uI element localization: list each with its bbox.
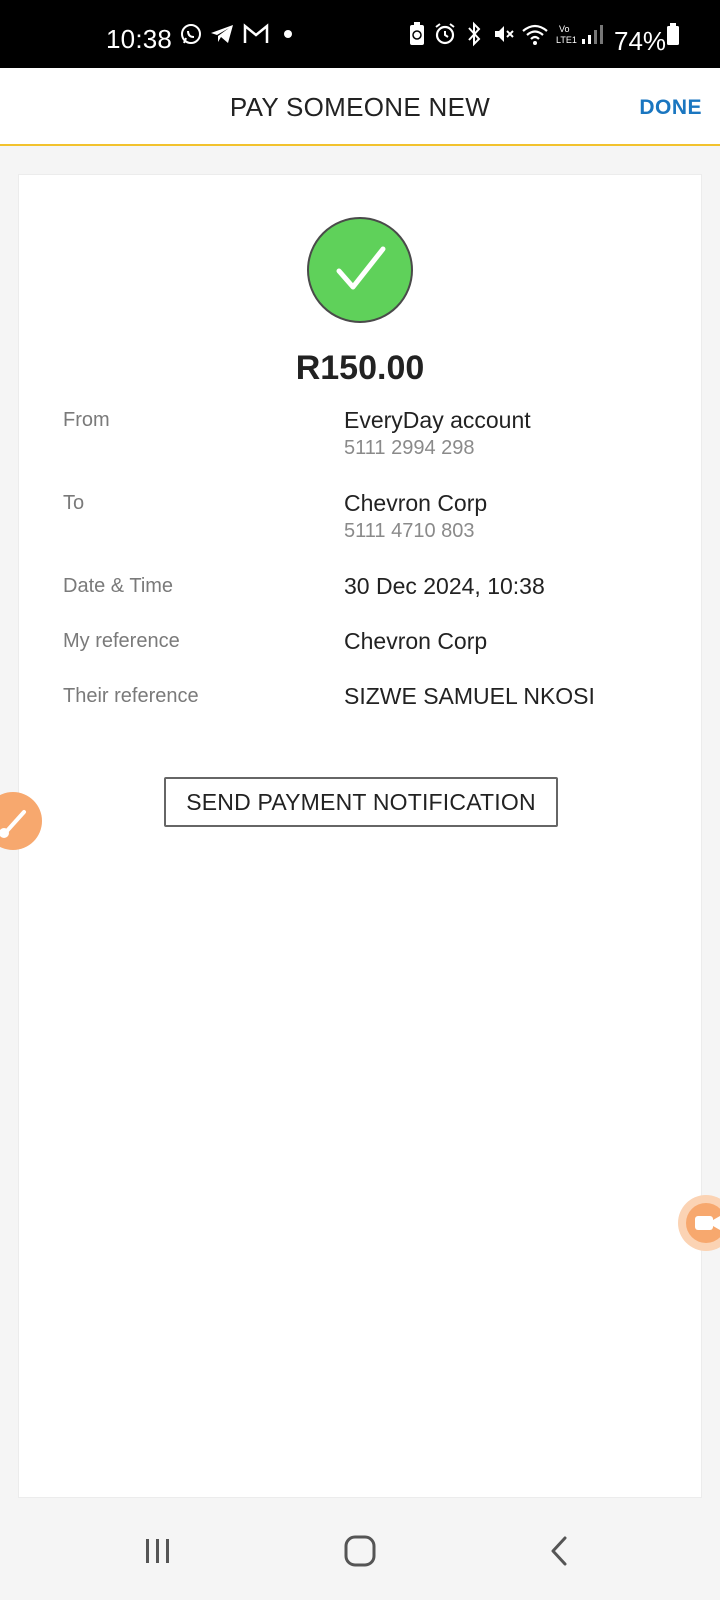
back-button[interactable] [530, 1528, 590, 1574]
from-account-name: EveryDay account [344, 407, 531, 433]
svg-text:LTE1: LTE1 [556, 35, 577, 45]
from-account-number: 5111 2994 298 [344, 437, 475, 459]
app-header: PAY SOMEONE NEW DONE [0, 68, 720, 146]
page-title: PAY SOMEONE NEW [229, 92, 491, 122]
bluetooth-icon [463, 0, 485, 68]
alarm-icon [432, 0, 458, 68]
success-check-icon [307, 217, 413, 323]
mute-icon [491, 0, 517, 68]
to-label: To [63, 492, 85, 514]
system-nav-bar [0, 1500, 720, 1600]
status-time: 10:38 [106, 24, 173, 54]
payment-amount: R150.00 [295, 349, 425, 387]
recent-apps-button[interactable] [128, 1528, 188, 1574]
payment-receipt-card: R150.00 From EveryDay account 5111 2994 … [18, 174, 702, 1498]
send-payment-notification-button[interactable]: SEND PAYMENT NOTIFICATION [164, 777, 558, 827]
brush-icon [0, 810, 26, 838]
my-reference-value: Chevron Corp [344, 628, 488, 654]
their-reference-label: Their reference [63, 685, 199, 707]
volte-icon: Vo LTE1 [556, 0, 578, 68]
floating-brush-button[interactable] [0, 792, 42, 850]
recent-apps-icon [146, 1539, 169, 1563]
telegram-icon [208, 0, 236, 68]
my-reference-label: My reference [63, 630, 180, 652]
video-icon [686, 1203, 720, 1243]
home-icon [344, 1535, 376, 1567]
wifi-icon [520, 0, 550, 68]
back-icon [551, 1536, 567, 1566]
svg-text:Vo: Vo [559, 24, 570, 34]
home-button[interactable] [330, 1528, 390, 1574]
battery-saver-icon [406, 0, 428, 68]
status-bar: 10:38 Vo LTE1 74% [0, 0, 720, 68]
signal-icon [580, 0, 604, 68]
date-time-label: Date & Time [63, 575, 174, 597]
battery-percent: 74% [614, 26, 667, 56]
to-recipient-name: Chevron Corp [344, 490, 488, 516]
gmail-icon [242, 0, 270, 68]
battery-icon [664, 0, 682, 68]
from-label: From [63, 409, 110, 431]
to-account-number: 5111 4710 803 [344, 520, 475, 542]
date-time-value: 30 Dec 2024, 10:38 [344, 573, 545, 599]
done-button[interactable]: DONE [639, 96, 702, 120]
their-reference-value: SIZWE SAMUEL NKOSI [344, 683, 595, 709]
dot-icon [282, 0, 294, 68]
whatsapp-icon [178, 0, 204, 68]
